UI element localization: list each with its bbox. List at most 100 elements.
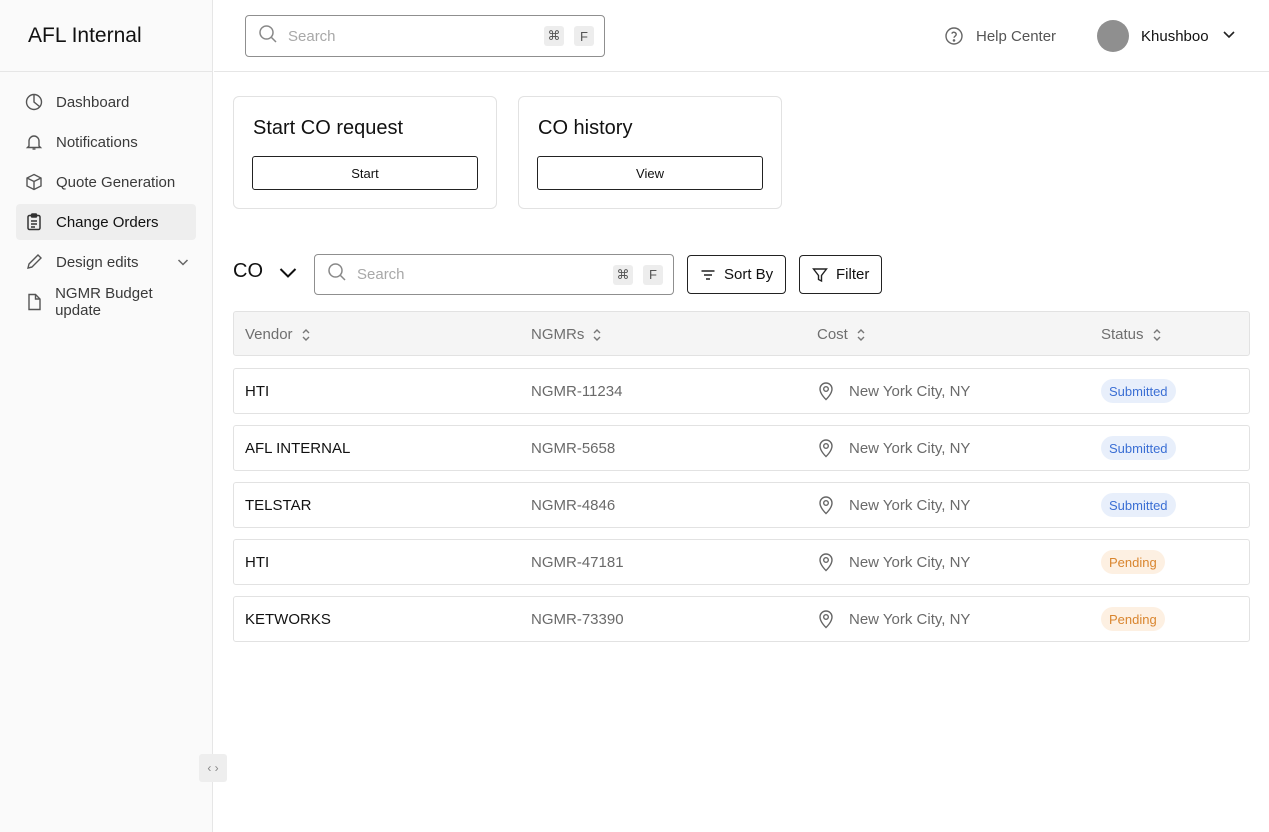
filter-icon [812,267,828,283]
column-header-vendor[interactable]: Vendor [245,326,311,343]
view-button[interactable]: View [537,156,763,190]
global-search[interactable]: ⌘ F [245,15,605,57]
sidebar-item-change-orders[interactable]: Change Orders [16,204,196,240]
filter-button[interactable]: Filter [799,255,883,294]
user-name: Khushboo [1141,27,1209,45]
vendor-cell: HTI [245,383,270,400]
table-row[interactable]: AFL INTERNAL NGMR-5658 New York City, NY… [233,425,1250,471]
global-search-input[interactable] [288,27,544,45]
vendor-cell: TELSTAR [245,497,312,514]
sidebar: AFL Internal Dashboard Notifications Quo… [0,0,213,832]
filter-label: Filter [836,266,870,283]
user-menu[interactable]: Khushboo [1097,20,1237,52]
ngmr-cell: NGMR-5658 [531,440,616,457]
column-header-status[interactable]: Status [1101,326,1162,343]
cost-cell: New York City, NY [817,495,970,515]
chevron-down-icon[interactable] [176,255,190,269]
card-title: Start CO request [253,117,404,139]
start-co-card: Start CO request Start [233,96,497,209]
sidebar-item-design-edits[interactable]: Design edits [16,244,196,280]
column-header-label: NGMRs [531,326,585,343]
dashboard-icon [24,92,44,112]
status-badge: Pending [1101,550,1165,574]
sidebar-item-label: Notifications [56,133,138,151]
sort-arrows-icon [856,328,866,342]
column-header-ngmrs[interactable]: NGMRs [531,326,602,343]
search-icon [327,262,347,287]
location-pin-icon [817,609,835,629]
column-header-cost[interactable]: Cost [817,326,866,343]
shortcut-f-key: F [574,26,594,46]
table-search[interactable]: ⌘ F [314,254,674,295]
cost-text: New York City, NY [849,496,971,514]
co-history-card: CO history View [518,96,782,209]
column-header-label: Status [1101,326,1144,343]
help-circle-icon [944,26,964,46]
ngmr-cell: NGMR-11234 [531,383,623,400]
pencil-icon [24,252,44,272]
top-header: ⌘ F Help Center Khushboo [214,0,1269,72]
ngmr-cell: NGMR-73390 [531,611,624,628]
column-header-label: Vendor [245,326,293,343]
chevron-down-icon [1221,26,1237,47]
ngmr-cell: NGMR-47181 [531,554,624,571]
cube-icon [24,172,44,192]
table-row[interactable]: KETWORKS NGMR-73390 New York City, NY Pe… [233,596,1250,642]
cost-text: New York City, NY [849,553,971,571]
sidebar-collapse-handle[interactable]: ‹ › [199,754,227,782]
cost-cell: New York City, NY [817,438,970,458]
shortcut-cmd-key: ⌘ [544,26,564,46]
file-icon [24,292,43,312]
vendor-cell: HTI [245,554,270,571]
sidebar-item-label: Change Orders [56,213,159,231]
location-pin-icon [817,381,835,401]
status-badge: Pending [1101,607,1165,631]
status-badge: Submitted [1101,436,1176,460]
ngmr-cell: NGMR-4846 [531,497,616,514]
vendor-cell: KETWORKS [245,611,331,628]
sort-lines-icon [700,267,716,283]
location-pin-icon [817,495,835,515]
sidebar-item-label: Dashboard [56,93,130,111]
cost-text: New York City, NY [849,382,971,400]
sidebar-nav: Dashboard Notifications Quote Generation… [0,72,212,320]
sidebar-item-label: NGMR Budget update [55,285,153,319]
search-icon [258,24,278,49]
location-pin-icon [817,438,835,458]
chevron-down-icon [277,261,299,283]
sidebar-item-ngmr-budget-update[interactable]: NGMR Budget update [16,284,196,320]
clipboard-icon [24,212,44,232]
sidebar-item-dashboard[interactable]: Dashboard [16,84,196,120]
sort-by-button[interactable]: Sort By [687,255,787,294]
column-header-label: Cost [817,326,848,343]
avatar [1097,20,1129,52]
help-center-label: Help Center [976,27,1057,45]
table-row[interactable]: HTI NGMR-47181 New York City, NY Pending [233,539,1250,585]
cost-cell: New York City, NY [817,381,970,401]
co-selector-label: CO [233,260,263,282]
card-title: CO history [538,117,633,139]
table-search-input[interactable] [357,266,613,283]
help-center-link[interactable]: Help Center [944,26,1056,46]
sort-arrows-icon [1152,328,1162,342]
sidebar-item-label: Design edits [56,253,139,271]
status-badge: Submitted [1101,379,1176,403]
co-type-selector[interactable]: CO [233,260,299,283]
sort-by-label: Sort By [724,266,774,283]
cost-text: New York City, NY [849,439,971,457]
bell-icon [24,132,44,152]
cost-cell: New York City, NY [817,609,970,629]
app-title: AFL Internal [0,0,212,72]
sort-arrows-icon [592,328,602,342]
cost-text: New York City, NY [849,610,971,628]
location-pin-icon [817,552,835,572]
sidebar-item-quote-generation[interactable]: Quote Generation [16,164,196,200]
table-row[interactable]: TELSTAR NGMR-4846 New York City, NY Subm… [233,482,1250,528]
shortcut-f-key: F [643,264,663,285]
table-header: Vendor NGMRs Cost Status [233,311,1250,356]
start-button[interactable]: Start [252,156,478,190]
table-row[interactable]: HTI NGMR-11234 New York City, NY Submitt… [233,368,1250,414]
sidebar-item-notifications[interactable]: Notifications [16,124,196,160]
vendor-cell: AFL INTERNAL [245,440,351,457]
cost-cell: New York City, NY [817,552,970,572]
